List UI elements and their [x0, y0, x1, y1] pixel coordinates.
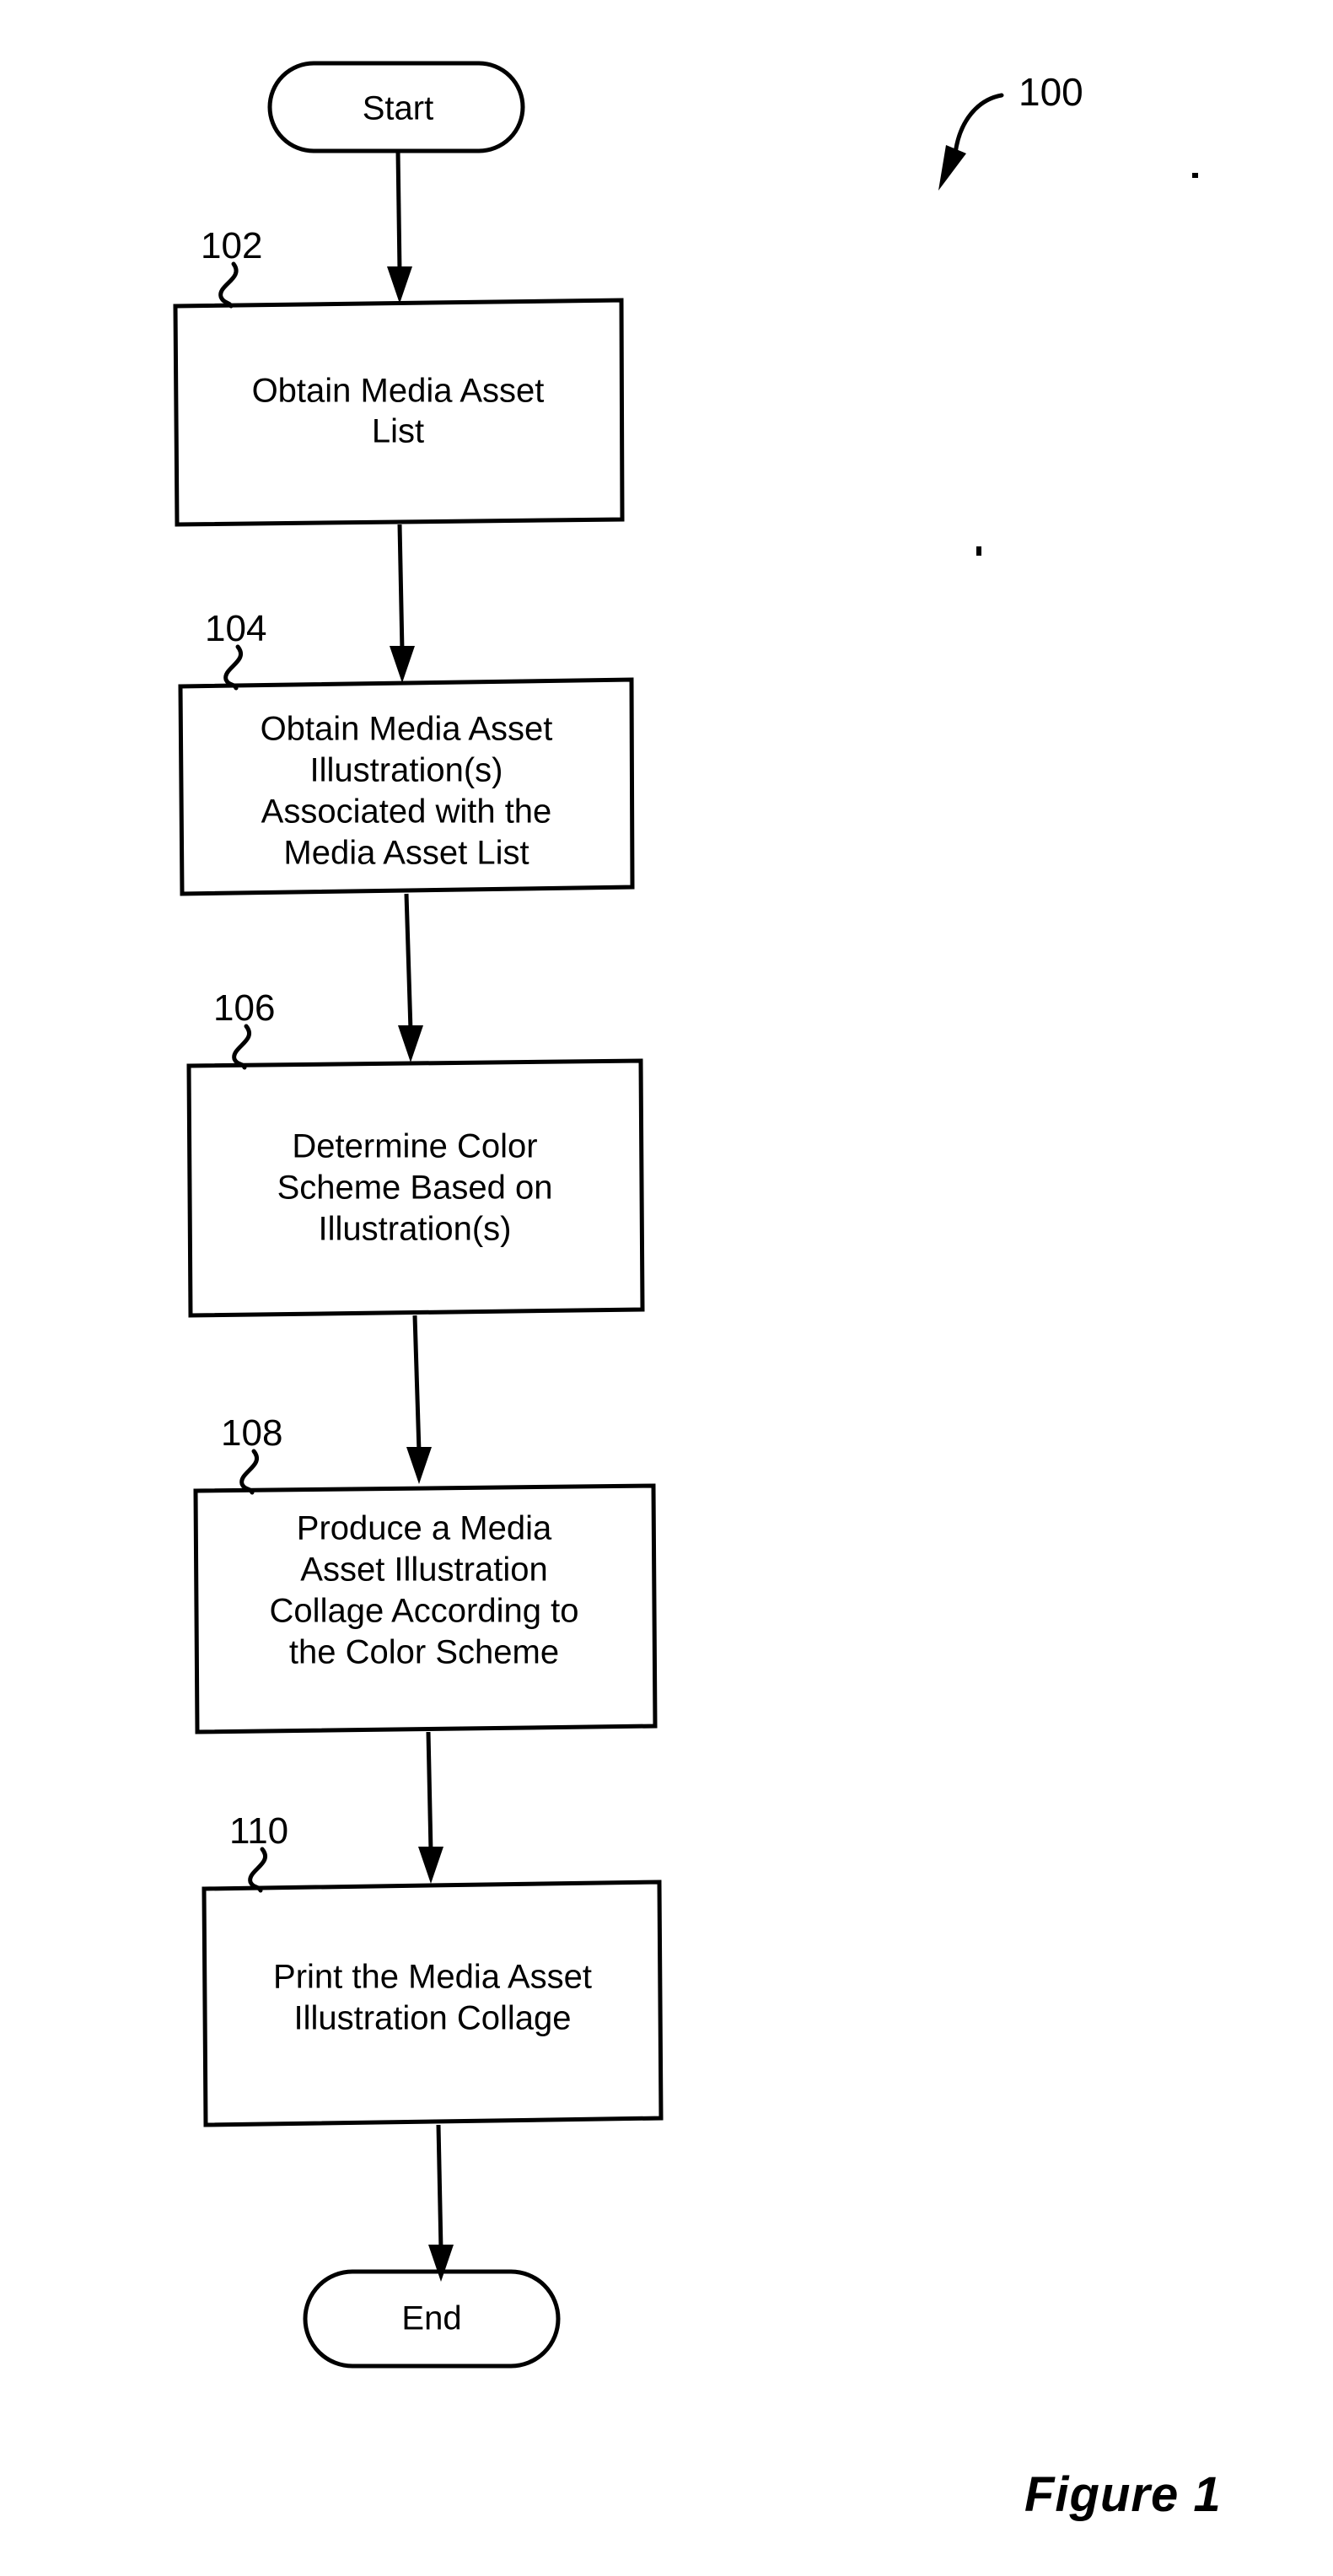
arrowhead-icon	[406, 1447, 432, 1484]
step-104-text-line-1: Obtain Media Asset	[261, 711, 553, 748]
step-106-text-line-3: Illustration(s)	[319, 1211, 512, 1248]
scan-speck	[1192, 173, 1198, 178]
step-108-text-line-4: the Color Scheme	[289, 1634, 559, 1671]
figure-caption: Figure 1	[1024, 2467, 1222, 2522]
step-108-text-line-3: Collage According to	[270, 1593, 579, 1630]
step-106-text-line-1: Determine Color	[292, 1128, 537, 1165]
leader-squiggle-104	[223, 644, 243, 691]
reference-curve-line	[953, 93, 1004, 156]
edge-102-to-104	[390, 524, 415, 683]
step-110-text-line-2: Illustration Collage	[293, 2000, 571, 2037]
node-end: End	[303, 2269, 561, 2369]
start-terminal-label: Start	[363, 90, 433, 127]
diagram-ref-number: 100	[1019, 70, 1083, 114]
step-110-ref-number: 110	[229, 1810, 288, 1852]
arrowhead-icon	[398, 1025, 423, 1062]
node-step-106: Determine Color Scheme Based on Illustra…	[186, 1058, 645, 1318]
edge-line	[395, 150, 402, 272]
edge-110-to-end	[428, 2124, 454, 2282]
step-102-text-line-2: List	[372, 413, 424, 450]
end-terminal-label: End	[401, 2300, 461, 2337]
edge-line	[404, 893, 413, 1031]
ref-label-110: 110	[229, 1810, 288, 1893]
arrowhead-icon	[387, 266, 412, 304]
arrowhead-icon	[418, 1847, 443, 1884]
step-108-text-line-2: Asset Illustration	[300, 1552, 547, 1589]
leader-squiggle-108	[239, 1449, 259, 1495]
step-102-ref-number: 102	[201, 225, 262, 266]
step-104-text-line-2: Illustration(s)	[310, 752, 503, 789]
figure-page: Start Obtain Media Asset List 102 Obtain…	[0, 0, 1333, 2576]
node-start: Start	[267, 61, 525, 153]
node-step-108: Produce a Media Asset Illustration Colla…	[193, 1483, 658, 1734]
edge-start-to-102	[387, 150, 412, 304]
edge-104-to-106	[398, 893, 423, 1062]
edge-108-to-110	[418, 1731, 443, 1884]
leader-squiggle-106	[232, 1024, 251, 1070]
ref-label-102: 102	[201, 225, 262, 309]
step-110-text-line-1: Print the Media Asset	[273, 1959, 592, 1996]
edge-106-to-108	[406, 1315, 432, 1484]
arrowhead-icon	[390, 646, 415, 683]
step-108-text-line-1: Produce a Media	[297, 1510, 552, 1547]
step-104-text-line-3: Associated with the	[261, 793, 552, 831]
scan-speck	[976, 546, 981, 556]
ref-label-106: 106	[213, 987, 275, 1070]
step-106-text-line-2: Scheme Based on	[277, 1170, 553, 1207]
diagram-reference-100: 100	[938, 70, 1083, 191]
node-step-104: Obtain Media Asset Illustration(s) Assoc…	[178, 677, 635, 896]
edge-line	[436, 2124, 443, 2251]
edge-line	[397, 524, 405, 652]
step-102-text-line-1: Obtain Media Asset	[252, 373, 545, 410]
flowchart-canvas: Start Obtain Media Asset List 102 Obtain…	[173, 61, 1198, 2369]
step-108-ref-number: 108	[221, 1412, 282, 1454]
step-106-ref-number: 106	[213, 987, 275, 1029]
ref-label-104: 104	[205, 608, 266, 691]
leader-squiggle-110	[248, 1847, 267, 1893]
step-104-ref-number: 104	[205, 608, 266, 649]
arrowhead-icon	[428, 2245, 454, 2282]
step-104-text-line-4: Media Asset List	[283, 835, 529, 872]
edge-line	[426, 1731, 433, 1853]
node-step-102: Obtain Media Asset List	[173, 298, 625, 527]
leader-squiggle-102	[218, 261, 239, 309]
ref-label-108: 108	[221, 1412, 282, 1495]
node-step-110: Print the Media Asset Illustration Colla…	[202, 1880, 664, 2127]
edge-line	[412, 1315, 422, 1453]
reference-arrowhead-icon	[938, 145, 966, 191]
